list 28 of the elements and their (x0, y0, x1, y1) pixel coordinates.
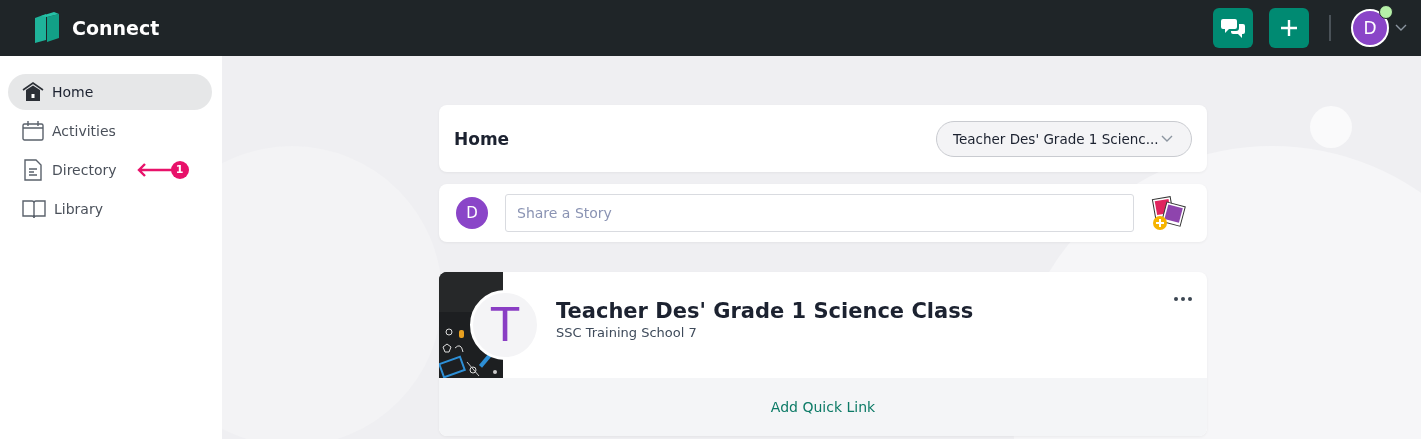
app-name: Connect (72, 17, 160, 39)
class-name: Teacher Des' Grade 1 Science Class (556, 298, 974, 323)
add-button[interactable] (1269, 8, 1309, 48)
chat-button[interactable] (1213, 8, 1253, 48)
more-options-icon[interactable] (1174, 297, 1192, 301)
book-logo-icon (32, 12, 62, 44)
calendar-icon (22, 120, 44, 141)
story-input-field[interactable]: Share a Story (505, 194, 1134, 232)
step-badge: 1 (170, 160, 189, 179)
chevron-down-icon (1161, 134, 1173, 143)
page-title: Home (454, 128, 510, 149)
user-avatar[interactable]: D (1351, 9, 1389, 47)
chevron-down-icon[interactable] (1395, 24, 1407, 32)
class-select[interactable]: Teacher Des' Grade 1 Scienc... (936, 120, 1192, 157)
home-icon (22, 81, 44, 102)
add-quick-link[interactable]: Add Quick Link (770, 399, 876, 415)
sidebar-item[interactable]: Directory (8, 151, 131, 188)
arrow-left-icon (136, 162, 173, 177)
sidebar-item[interactable]: Library (8, 190, 117, 227)
sidebar-item[interactable]: Activities (8, 112, 130, 149)
school-name: SSC Training School 7 (556, 324, 698, 340)
user-avatar: D (456, 197, 488, 229)
open-book-icon (22, 198, 46, 219)
add-photos-icon[interactable] (1151, 195, 1187, 231)
chat-bubbles-icon (1221, 17, 1245, 39)
plus-icon (1280, 19, 1298, 37)
document-icon (22, 158, 44, 181)
sidebar-item[interactable]: Home (8, 73, 212, 110)
